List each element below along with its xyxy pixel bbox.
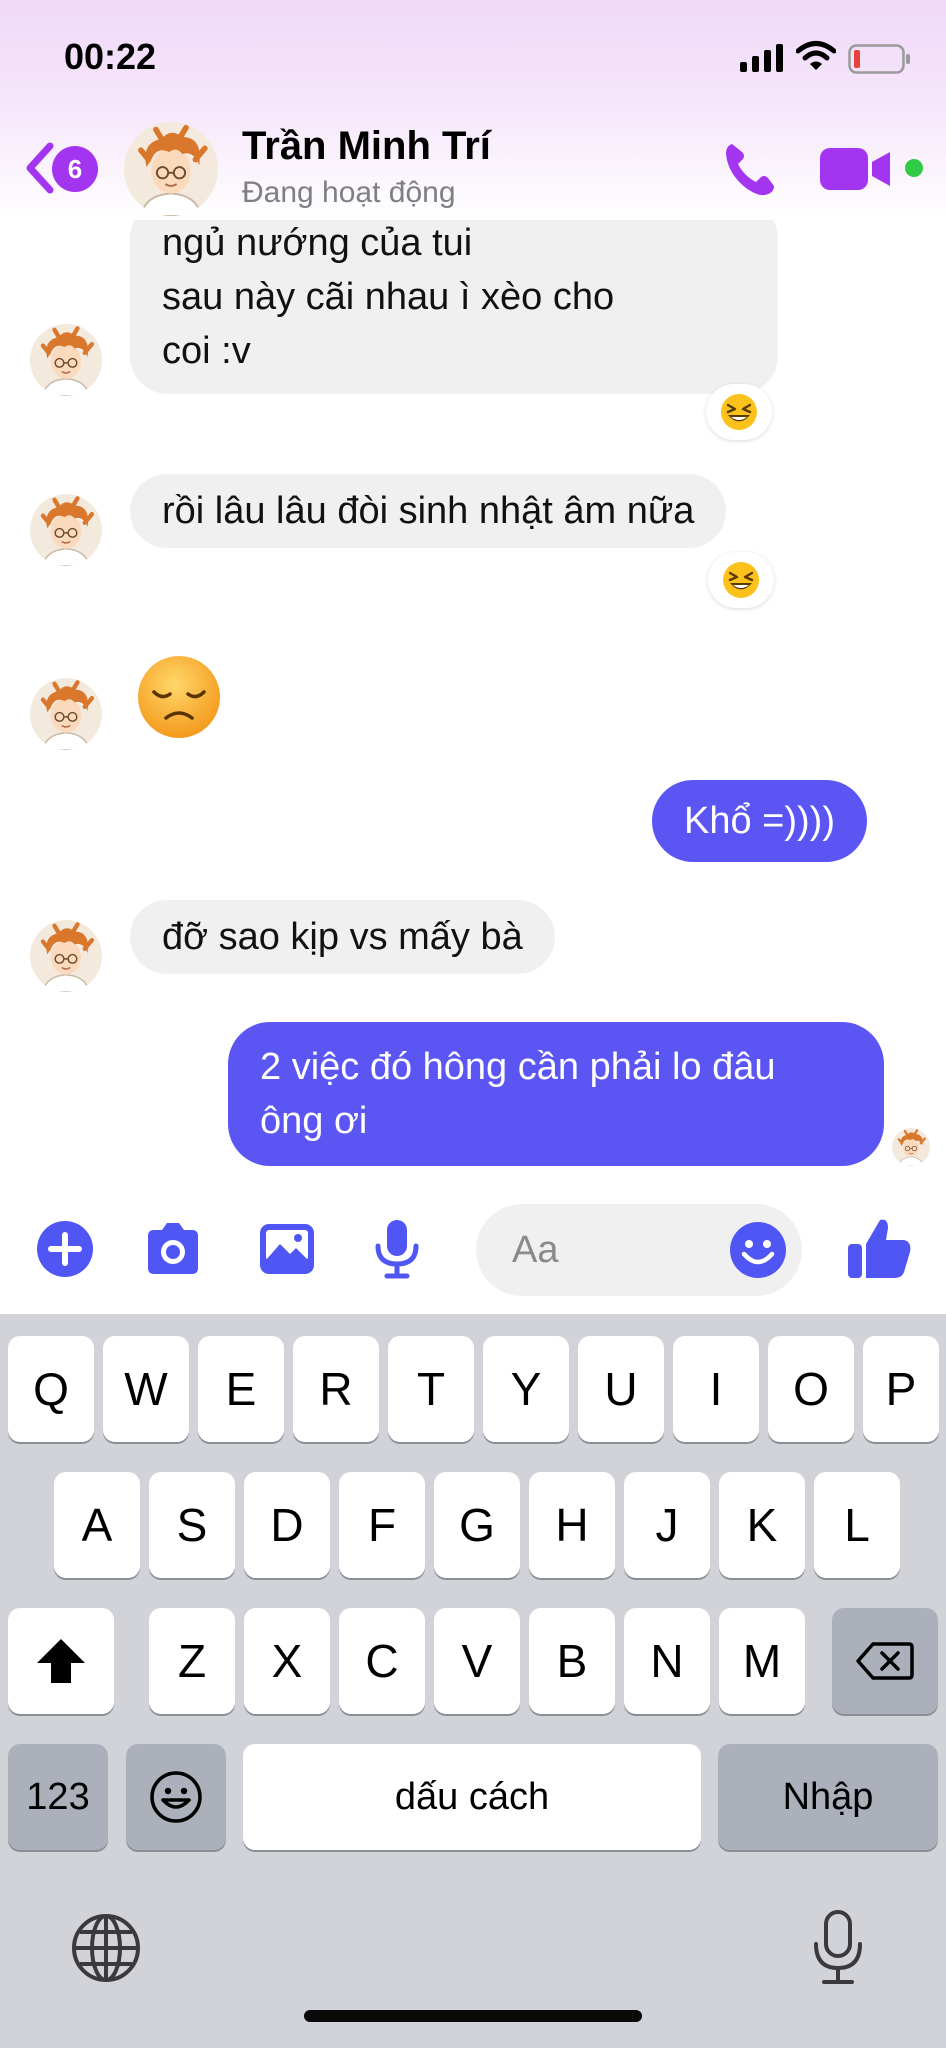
incoming-message-bubble[interactable]: đỡ sao kịp vs mấy bà (130, 900, 555, 974)
key-b[interactable]: B (529, 1608, 615, 1714)
top-bar: 00:22 6 Trần Minh Trí Đang hoạt động (0, 0, 946, 220)
outgoing-message-bubble[interactable]: Khổ =)))) (652, 780, 867, 862)
contact-avatar[interactable] (30, 324, 102, 396)
key-p[interactable]: P (863, 1336, 939, 1442)
shift-icon (37, 1639, 85, 1683)
wifi-icon (796, 41, 836, 70)
backspace-icon (856, 1642, 914, 1680)
contact-status: Đang hoạt động (242, 176, 456, 209)
key-h[interactable]: H (529, 1472, 615, 1578)
key-k[interactable]: K (719, 1472, 805, 1578)
message-line: sau này cãi nhau ì xèo cho (162, 276, 615, 318)
video-icon[interactable] (820, 144, 894, 194)
globe-icon[interactable] (70, 1912, 142, 1984)
contact-avatar[interactable] (30, 494, 102, 566)
message-text: Khổ =)))) (684, 800, 835, 842)
camera-icon[interactable] (142, 1218, 204, 1280)
key-l[interactable]: L (814, 1472, 900, 1578)
message-line: ông ơi (260, 1100, 368, 1142)
microphone-icon[interactable] (366, 1218, 428, 1280)
shift-key[interactable] (8, 1608, 114, 1714)
incoming-message-bubble[interactable]: rồi lâu lâu đòi sinh nhật âm nữa (130, 474, 727, 548)
backspace-key[interactable] (832, 1608, 938, 1714)
key-z[interactable]: Z (149, 1608, 235, 1714)
key-d[interactable]: D (244, 1472, 330, 1578)
emoji-icon[interactable] (728, 1220, 788, 1280)
incoming-message-bubble[interactable]: ngủ nướng của tui sau này cãi nhau ì xèo… (130, 200, 778, 394)
message-text: rồi lâu lâu đòi sinh nhật âm nữa (162, 490, 695, 532)
online-indicator (902, 156, 926, 180)
disappointed-face-emoji[interactable] (136, 654, 222, 740)
key-n[interactable]: N (624, 1608, 710, 1714)
contact-avatar[interactable] (30, 678, 102, 750)
contact-name[interactable]: Trần Minh Trí (242, 124, 491, 169)
cellular-signal-icon (740, 44, 783, 72)
unread-count-badge: 6 (52, 146, 98, 192)
laughing-face-icon (721, 560, 761, 600)
message-text: đỡ sao kịp vs mấy bà (162, 916, 523, 958)
emoji-keyboard-key[interactable] (126, 1744, 226, 1850)
emoji-keyboard-icon (150, 1771, 202, 1823)
header-avatar[interactable] (124, 122, 218, 216)
key-y[interactable]: Y (483, 1336, 569, 1442)
key-q[interactable]: Q (8, 1336, 94, 1442)
plus-icon[interactable] (34, 1218, 96, 1280)
space-key[interactable]: dấu cách (243, 1744, 701, 1850)
contact-avatar[interactable] (30, 920, 102, 992)
return-key[interactable]: Nhập (718, 1744, 938, 1850)
key-r[interactable]: R (293, 1336, 379, 1442)
numbers-key[interactable]: 123 (8, 1744, 108, 1850)
key-w[interactable]: W (103, 1336, 189, 1442)
read-receipt-avatar (892, 1128, 930, 1166)
key-a[interactable]: A (54, 1472, 140, 1578)
key-o[interactable]: O (768, 1336, 854, 1442)
key-g[interactable]: G (434, 1472, 520, 1578)
key-i[interactable]: I (673, 1336, 759, 1442)
key-j[interactable]: J (624, 1472, 710, 1578)
message-line: 2 việc đó hông cần phải lo đâu (260, 1046, 776, 1088)
key-m[interactable]: M (719, 1608, 805, 1714)
key-e[interactable]: E (198, 1336, 284, 1442)
phone-icon[interactable] (718, 138, 782, 202)
key-v[interactable]: V (434, 1608, 520, 1714)
dictation-icon[interactable] (808, 1908, 868, 1988)
composer-bar (0, 1190, 946, 1314)
message-line: coi :v (162, 330, 251, 372)
laughing-face-icon (719, 392, 759, 432)
thumbs-up-icon[interactable] (846, 1214, 914, 1282)
outgoing-message-bubble[interactable]: 2 việc đó hông cần phải lo đâu ông ơi (228, 1022, 884, 1166)
gallery-icon[interactable] (256, 1218, 318, 1280)
key-c[interactable]: C (339, 1608, 425, 1714)
message-line: ngủ nướng của tui (162, 222, 473, 264)
status-time: 00:22 (64, 36, 157, 77)
home-indicator[interactable] (304, 2010, 642, 2022)
reaction-badge[interactable] (708, 552, 774, 608)
key-s[interactable]: S (149, 1472, 235, 1578)
key-x[interactable]: X (244, 1608, 330, 1714)
key-t[interactable]: T (388, 1336, 474, 1442)
battery-low-icon (848, 44, 910, 74)
reaction-badge[interactable] (706, 384, 772, 440)
key-u[interactable]: U (578, 1336, 664, 1442)
key-f[interactable]: F (339, 1472, 425, 1578)
